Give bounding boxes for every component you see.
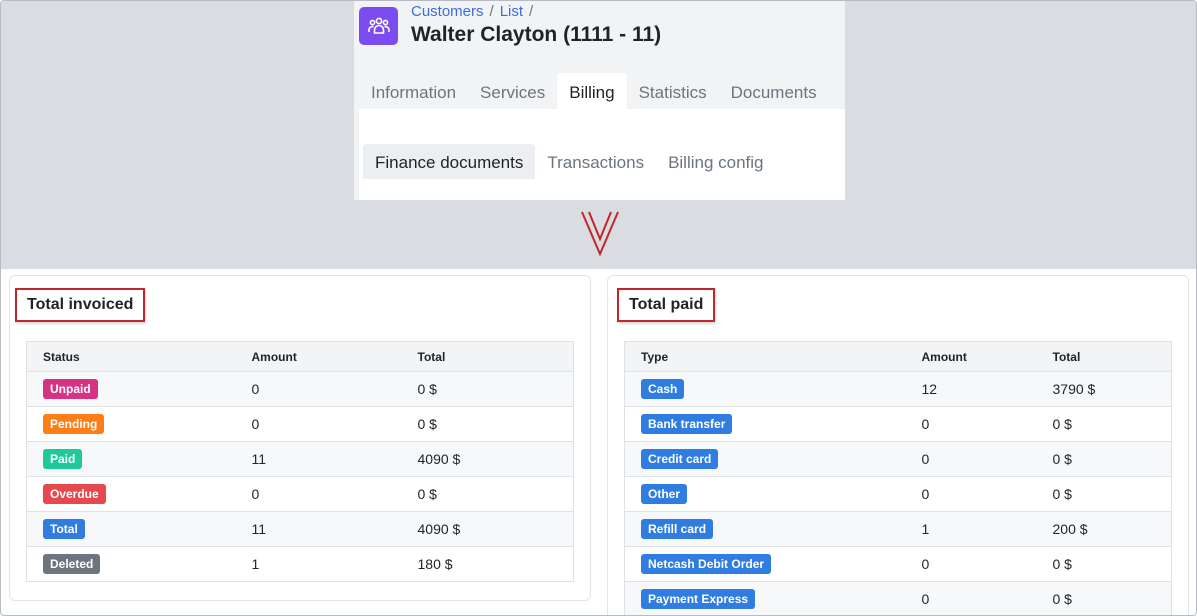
amount-cell: 0 (235, 476, 402, 512)
table-row: Refill card 1 200 $ (624, 511, 1172, 547)
total-cell: 3790 $ (1036, 371, 1172, 407)
breadcrumb-customers-link[interactable]: Customers (411, 3, 484, 20)
tab-billing[interactable]: Billing (557, 73, 627, 109)
column-header-status: Status (26, 341, 236, 372)
tab-statistics[interactable]: Statistics (627, 73, 719, 109)
total-invoiced-table: Status Amount Total Unpaid 0 0 $ Pending… (26, 341, 574, 582)
amount-cell: 0 (905, 581, 1037, 615)
total-cell: 4090 $ (401, 441, 574, 477)
column-header-total: Total (1036, 341, 1172, 372)
table-row: Cash 12 3790 $ (624, 371, 1172, 407)
amount-cell: 0 (905, 546, 1037, 582)
tab-services[interactable]: Services (468, 73, 557, 109)
payment-type-badge: Netcash Debit Order (641, 554, 772, 574)
status-badge: Total (43, 519, 85, 539)
table-row: Deleted 1 180 $ (26, 546, 574, 582)
total-cell: 0 $ (1036, 581, 1172, 615)
breadcrumb-separator: / (489, 3, 494, 20)
table-row: Bank transfer 0 0 $ (624, 406, 1172, 442)
subtab-transactions[interactable]: Transactions (535, 144, 656, 179)
total-cell: 4090 $ (401, 511, 574, 547)
amount-cell: 0 (905, 406, 1037, 442)
tab-documents[interactable]: Documents (719, 73, 829, 109)
customers-icon (359, 7, 398, 45)
amount-cell: 0 (235, 406, 402, 442)
total-cell: 180 $ (401, 546, 574, 582)
billing-subtabs: Finance documents Transactions Billing c… (363, 144, 776, 179)
amount-cell: 1 (905, 511, 1037, 547)
chevron-down-icon (581, 211, 619, 257)
table-row: Total 11 4090 $ (26, 511, 574, 547)
amount-cell: 0 (905, 441, 1037, 477)
status-badge: Pending (43, 414, 105, 434)
total-cell: 0 $ (401, 476, 574, 512)
amount-cell: 1 (235, 546, 402, 582)
table-row: Other 0 0 $ (624, 476, 1172, 512)
table-row: Paid 11 4090 $ (26, 441, 574, 477)
tab-information[interactable]: Information (359, 73, 468, 109)
status-badge: Paid (43, 449, 83, 469)
total-cell: 0 $ (1036, 476, 1172, 512)
table-row: Unpaid 0 0 $ (26, 371, 574, 407)
column-header-type: Type (624, 341, 906, 372)
column-header-amount: Amount (905, 341, 1037, 372)
table-row: Overdue 0 0 $ (26, 476, 574, 512)
payment-type-badge: Refill card (641, 519, 714, 539)
payment-type-badge: Bank transfer (641, 414, 733, 434)
total-paid-panel: Total paid Type Amount Total Cash 12 379… (607, 275, 1189, 615)
payment-type-badge: Credit card (641, 449, 719, 469)
total-cell: 0 $ (1036, 441, 1172, 477)
amount-cell: 12 (905, 371, 1037, 407)
amount-cell: 0 (905, 476, 1037, 512)
status-badge: Unpaid (43, 379, 98, 399)
total-cell: 200 $ (1036, 511, 1172, 547)
subtab-finance-documents[interactable]: Finance documents (363, 144, 536, 179)
payment-type-badge: Other (641, 484, 688, 504)
amount-cell: 0 (235, 371, 402, 407)
table-row: Payment Express 0 0 $ (624, 581, 1172, 615)
amount-cell: 11 (235, 511, 402, 547)
status-badge: Overdue (43, 484, 106, 504)
table-row: Pending 0 0 $ (26, 406, 574, 442)
table-row: Credit card 0 0 $ (624, 441, 1172, 477)
billing-subpanel: Finance documents Transactions Billing c… (359, 109, 845, 200)
page-title: Walter Clayton (1111 - 11) (411, 23, 662, 46)
amount-cell: 11 (235, 441, 402, 477)
customer-header: Customers / List / Walter Clayton (1111 … (354, 1, 845, 200)
total-paid-title: Total paid (617, 288, 716, 322)
total-invoiced-title: Total invoiced (15, 288, 146, 322)
total-cell: 0 $ (1036, 546, 1172, 582)
column-header-amount: Amount (235, 341, 402, 372)
payment-type-badge: Payment Express (641, 589, 756, 609)
subtab-billing-config[interactable]: Billing config (656, 144, 775, 179)
table-row: Netcash Debit Order 0 0 $ (624, 546, 1172, 582)
breadcrumb: Customers / List / (411, 3, 533, 20)
breadcrumb-list-link[interactable]: List (500, 3, 523, 20)
total-cell: 0 $ (401, 371, 574, 407)
total-cell: 0 $ (401, 406, 574, 442)
total-invoiced-panel: Total invoiced Status Amount Total Unpai… (9, 275, 591, 601)
column-header-total: Total (401, 341, 574, 372)
screenshot-frame: Customers / List / Walter Clayton (1111 … (0, 0, 1197, 616)
main-tabs: Information Services Billing Statistics … (359, 73, 829, 109)
breadcrumb-separator: / (529, 3, 534, 20)
total-cell: 0 $ (1036, 406, 1172, 442)
total-paid-table: Type Amount Total Cash 12 3790 $ Bank tr… (624, 341, 1172, 615)
status-badge: Deleted (43, 554, 101, 574)
payment-type-badge: Cash (641, 379, 685, 399)
